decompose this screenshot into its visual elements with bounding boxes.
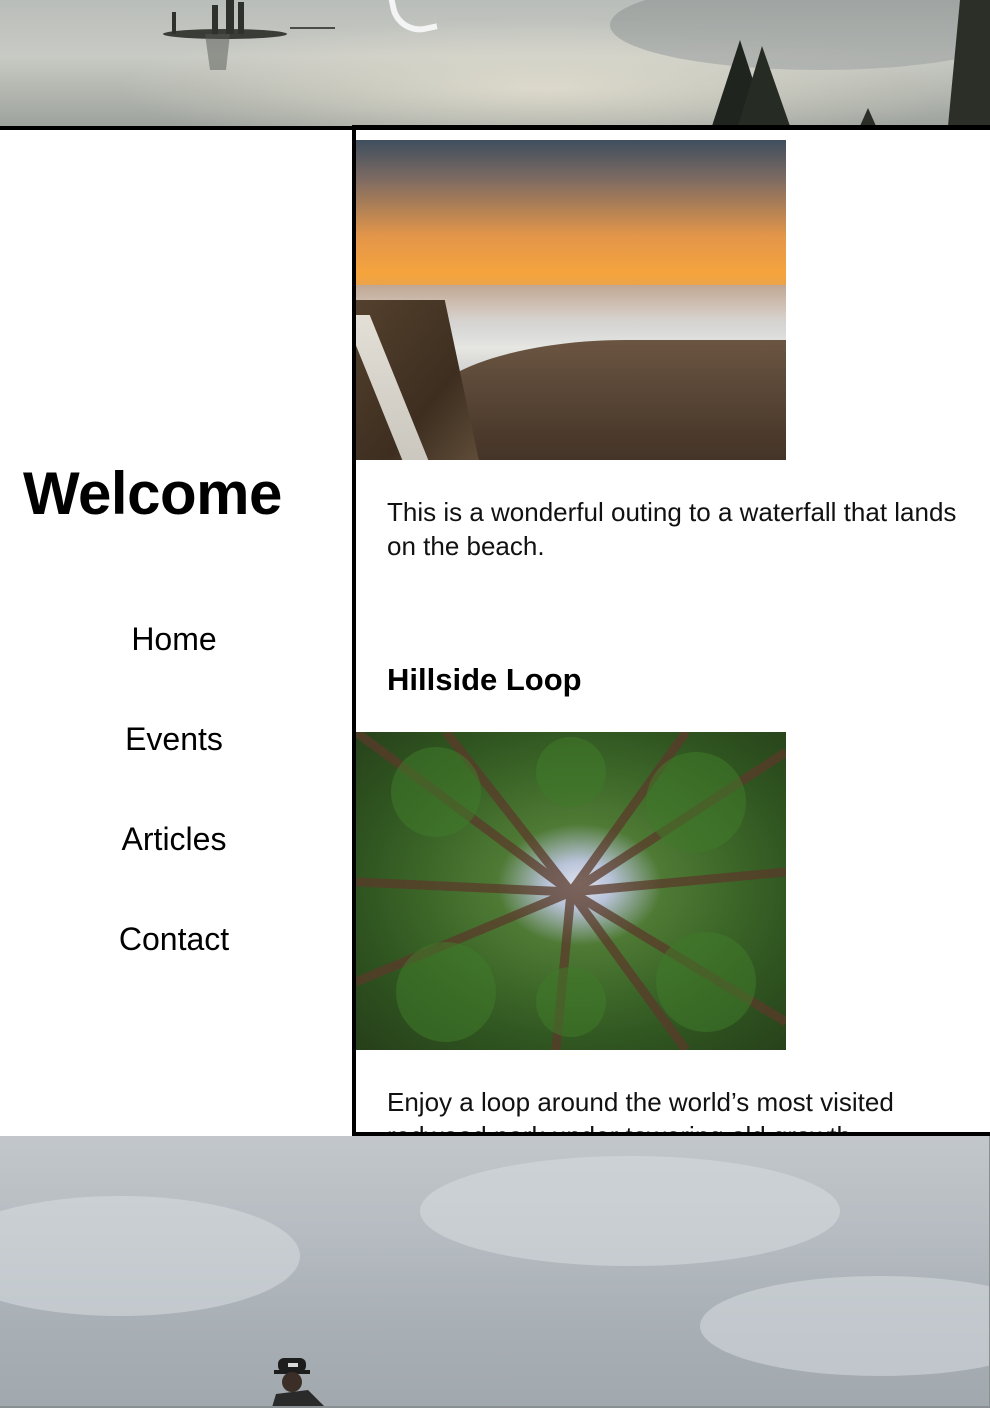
banner-silhouettes <box>163 0 990 126</box>
welcome-heading: Welcome <box>23 460 282 527</box>
post-caption: Enjoy a loop around the world’s most vis… <box>387 1087 894 1136</box>
nav-item-articles[interactable]: Articles <box>0 815 348 915</box>
bottom-banner-image <box>0 1136 990 1408</box>
nav-item-home[interactable]: Home <box>0 615 348 715</box>
main-content[interactable]: This is a wonderful outing to a waterfal… <box>352 130 990 1136</box>
top-banner-image <box>0 0 990 126</box>
nav-item-events[interactable]: Events <box>0 715 348 815</box>
sunset-beach-waterfall-photo <box>356 140 786 460</box>
post-title: Hillside Loop <box>387 662 582 697</box>
sidebar: Welcome Home Events Articles Contact <box>0 130 352 1136</box>
redwood-canopy-photo <box>356 732 786 1050</box>
nav-item-contact[interactable]: Contact <box>0 915 348 1015</box>
post-caption: This is a wonderful outing to a waterfal… <box>387 497 957 561</box>
sidebar-nav: Home Events Articles Contact <box>0 615 348 1015</box>
hiker-silhouette <box>272 1358 324 1406</box>
